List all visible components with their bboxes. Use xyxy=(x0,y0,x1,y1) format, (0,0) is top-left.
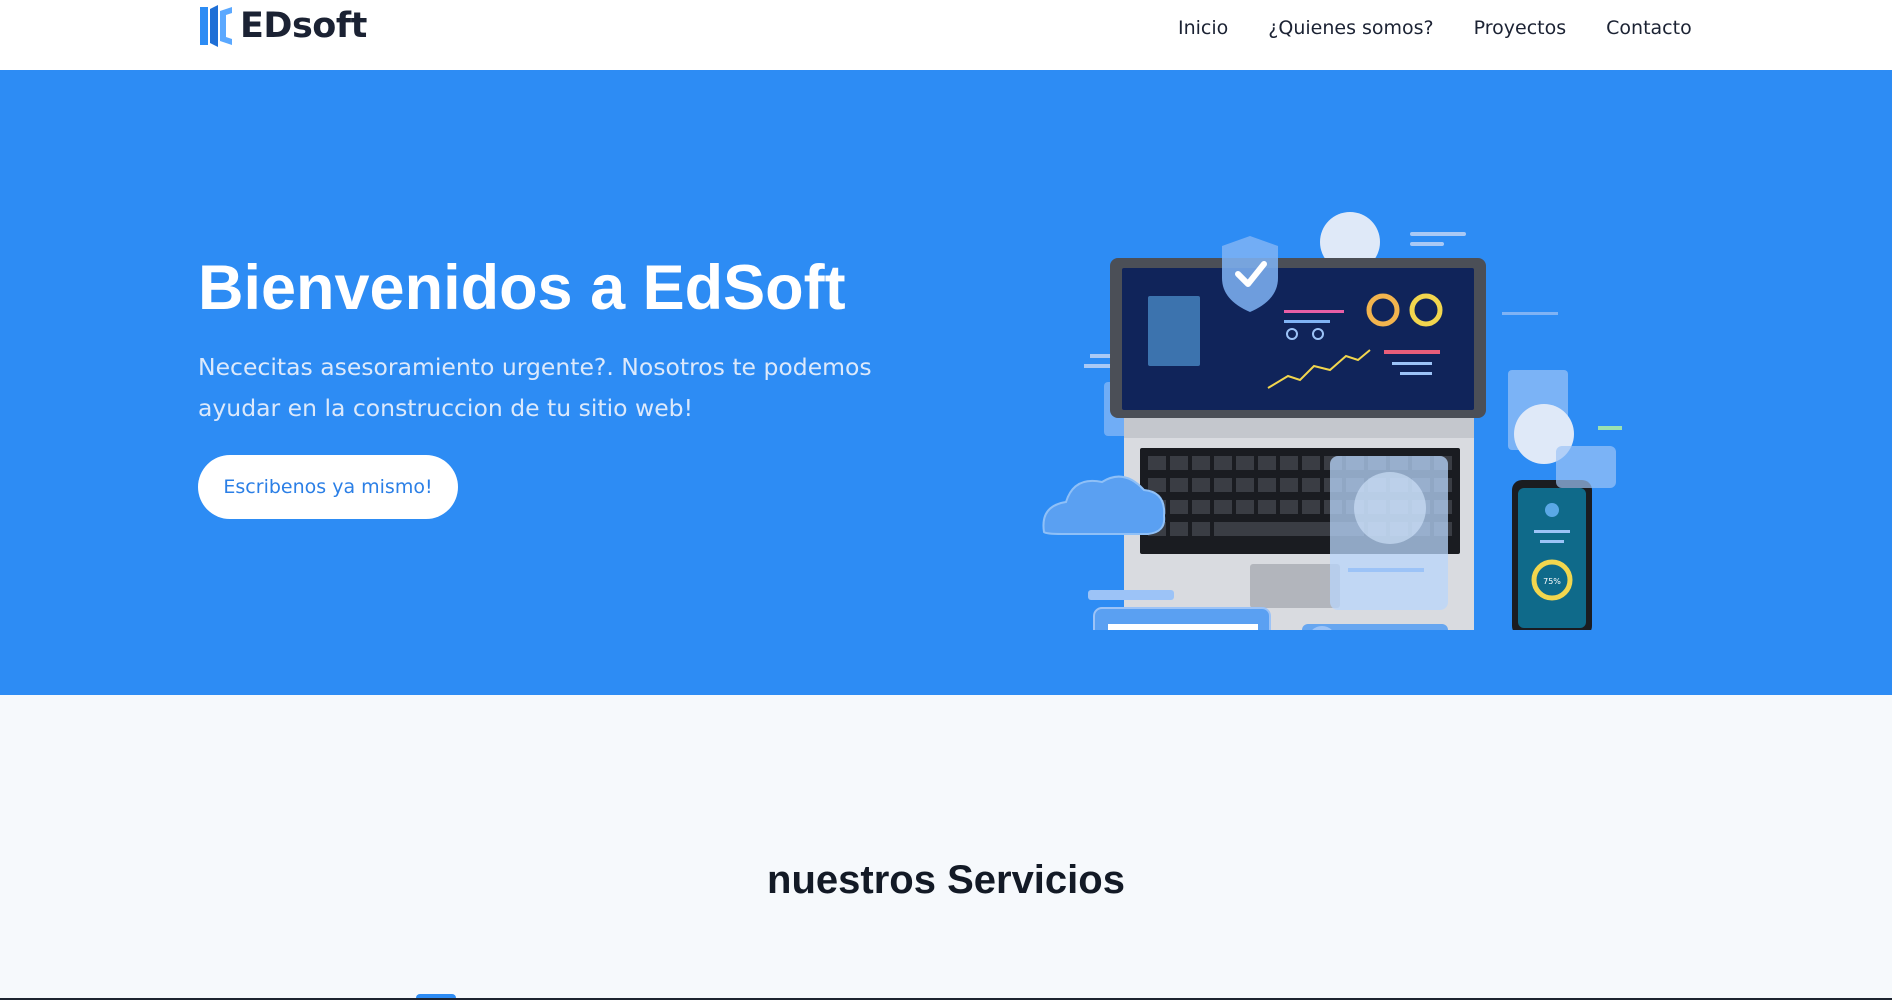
nav-link-contacto[interactable]: Contacto xyxy=(1606,17,1692,39)
user-icon xyxy=(1545,503,1559,517)
nav-link-proyectos[interactable]: Proyectos xyxy=(1474,17,1567,39)
contact-cta-button[interactable]: Escribenos ya mismo! xyxy=(198,455,458,519)
hero-section: Bienvenidos a EdSoft Nececitas asesorami… xyxy=(0,70,1892,695)
nav-link-inicio[interactable]: Inicio xyxy=(1178,17,1228,39)
main-nav: Inicio ¿Quienes somos? Proyectos Contact… xyxy=(1178,17,1692,39)
brand-name: EDsoft xyxy=(240,6,367,46)
navbar: EDsoft Inicio ¿Quienes somos? Proyectos … xyxy=(0,0,1892,70)
services-title: nuestros Servicios xyxy=(767,858,1125,902)
hero-description: Nececitas asesoramiento urgente?. Nosotr… xyxy=(198,353,872,422)
logo-icon xyxy=(200,5,232,47)
hero-illustration: 75% xyxy=(1042,212,1622,630)
nav-link-quienes-somos[interactable]: ¿Quienes somos? xyxy=(1268,17,1433,39)
hero-title: Bienvenidos a EdSoft xyxy=(198,253,846,323)
phone-icon: 75% xyxy=(1512,480,1592,630)
brand-logo[interactable]: EDsoft xyxy=(198,4,367,48)
phone-progress-label: 75% xyxy=(1543,577,1561,586)
